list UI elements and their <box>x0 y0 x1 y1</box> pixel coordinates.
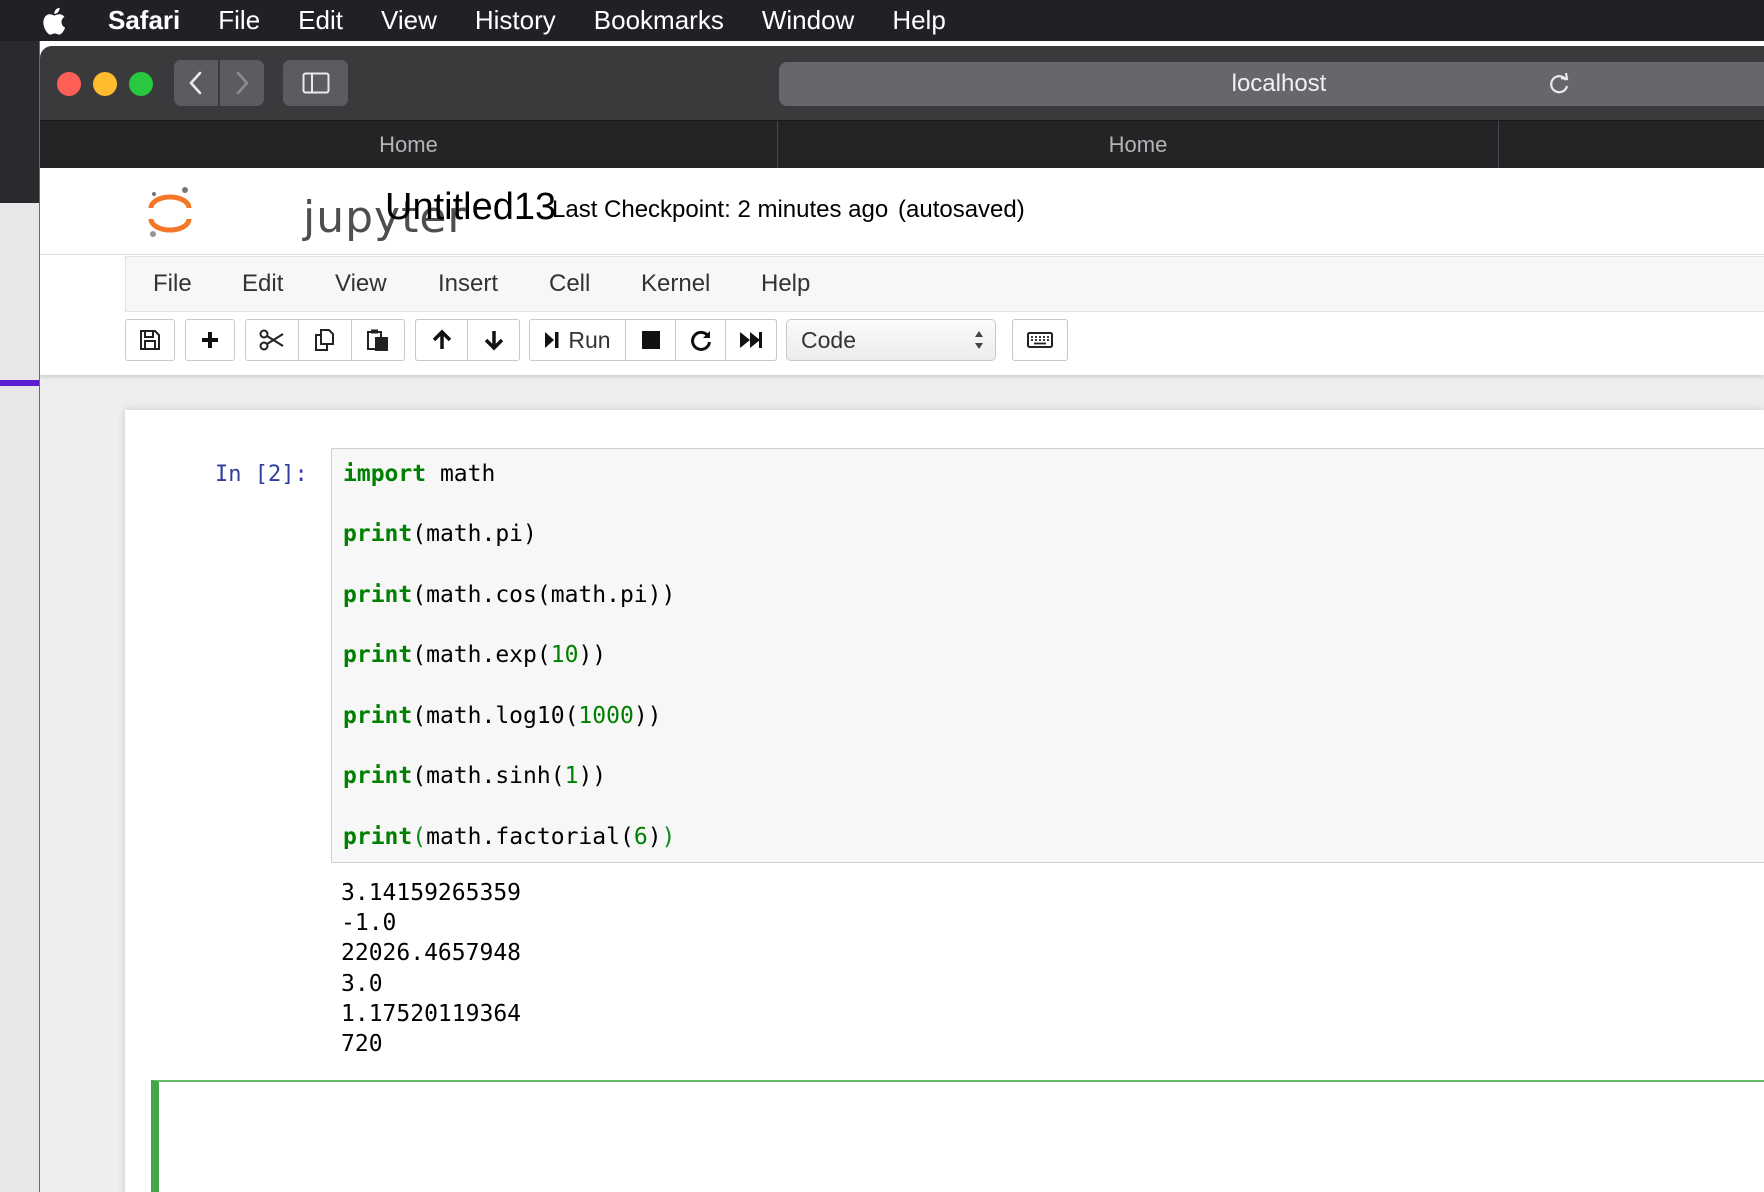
code-line-3: print(math.cos(math.pi)) <box>343 582 676 608</box>
chevron-right-icon <box>236 71 249 95</box>
restart-icon <box>690 330 711 351</box>
tab-divider <box>1498 121 1499 169</box>
tab-bar: Home Home <box>40 120 1764 169</box>
run-label: Run <box>568 326 611 353</box>
paste-icon <box>367 329 388 351</box>
close-window-button[interactable] <box>57 72 81 96</box>
background-window-accent <box>0 380 40 386</box>
code-line-7: print(math.factorial(6)) <box>343 824 676 850</box>
reload-icon[interactable] <box>1548 72 1570 96</box>
fast-forward-icon <box>740 332 762 348</box>
jupyter-toolbar-area: File Edit View Insert Cell Kernel Help R… <box>40 254 1764 375</box>
code-line-4: print(math.exp(10)) <box>343 642 607 668</box>
selected-next-cell[interactable] <box>151 1080 1764 1192</box>
restart-button[interactable] <box>675 319 726 361</box>
copy-icon <box>315 329 334 351</box>
insert-cell-button[interactable] <box>185 319 235 361</box>
scissors-icon <box>259 329 284 351</box>
autosave-status: (autosaved) <box>898 196 1025 223</box>
apple-icon[interactable] <box>40 6 68 36</box>
app-menu-safari[interactable]: Safari <box>108 5 180 36</box>
command-palette-button[interactable] <box>1012 319 1068 361</box>
sidebar-button[interactable] <box>283 60 348 106</box>
code-line-5: print(math.log10(1000)) <box>343 703 662 729</box>
menu-bookmarks[interactable]: Bookmarks <box>594 5 724 36</box>
code-input-area[interactable]: import math print(math.pi) print(math.co… <box>331 448 1764 863</box>
menu-window[interactable]: Window <box>762 5 854 36</box>
cell-type-select[interactable]: Code <box>786 319 996 361</box>
address-bar[interactable]: localhost <box>779 62 1764 106</box>
code-line-6: print(math.sinh(1)) <box>343 763 607 789</box>
minimize-window-button[interactable] <box>93 72 117 96</box>
jmenu-help[interactable]: Help <box>761 270 810 298</box>
cell-type-value: Code <box>801 326 856 353</box>
back-button[interactable] <box>174 60 218 106</box>
move-down-button[interactable] <box>467 319 520 361</box>
input-prompt: In [2]: <box>215 462 308 487</box>
safari-toolbar: localhost <box>40 46 1764 120</box>
background-window-toolbar <box>0 41 40 203</box>
background-window <box>0 41 40 1192</box>
jupyter-logo[interactable]: jupyter <box>145 184 466 243</box>
jupyter-logo-icon <box>148 187 192 237</box>
safari-window: localhost Home Home jupyter Untitled13 L… <box>40 46 1764 1192</box>
tab-home-1[interactable]: Home <box>40 121 777 169</box>
notebook-name[interactable]: Untitled13 <box>385 186 556 229</box>
code-line-1: import math <box>343 461 496 487</box>
mac-menubar: Safari File Edit View History Bookmarks … <box>0 0 1764 41</box>
paste-button[interactable] <box>351 319 405 361</box>
jmenu-insert[interactable]: Insert <box>438 270 498 298</box>
interrupt-button[interactable] <box>625 319 676 361</box>
cell-output: 3.14159265359 -1.0 22026.4657948 3.0 1.1… <box>341 880 522 1058</box>
stop-icon <box>641 331 660 349</box>
keyboard-icon <box>1027 332 1053 348</box>
menu-file[interactable]: File <box>218 5 260 36</box>
plus-icon <box>202 332 218 348</box>
save-icon <box>140 330 160 350</box>
move-up-button[interactable] <box>415 319 468 361</box>
jmenu-cell[interactable]: Cell <box>549 270 590 298</box>
cut-button[interactable] <box>245 319 299 361</box>
code-line-2: print(math.pi) <box>343 521 537 547</box>
copy-button[interactable] <box>298 319 352 361</box>
menu-help[interactable]: Help <box>892 5 945 36</box>
jmenu-view[interactable]: View <box>335 270 387 298</box>
run-button[interactable]: Run <box>529 319 626 361</box>
tab-home-2[interactable]: Home <box>778 121 1498 169</box>
menu-view[interactable]: View <box>381 5 437 36</box>
jupyter-page: jupyter Untitled13 Last Checkpoint: 2 mi… <box>40 168 1764 1192</box>
menu-edit[interactable]: Edit <box>298 5 343 36</box>
zoom-window-button[interactable] <box>129 72 153 96</box>
chevron-left-icon <box>189 71 202 95</box>
tab-label: Home <box>1108 132 1168 157</box>
step-forward-icon <box>545 332 559 348</box>
jupyter-header: jupyter Untitled13 Last Checkpoint: 2 mi… <box>40 168 1764 254</box>
restart-run-all-button[interactable] <box>725 319 777 361</box>
jmenu-kernel[interactable]: Kernel <box>641 270 710 298</box>
save-button[interactable] <box>125 319 175 361</box>
jupyter-menubar: File Edit View Insert Cell Kernel Help <box>125 256 1764 312</box>
tab-label: Home <box>379 132 438 157</box>
menu-history[interactable]: History <box>475 5 556 36</box>
arrow-up-icon <box>432 329 451 349</box>
forward-button[interactable] <box>220 60 264 106</box>
arrow-down-icon <box>484 331 503 351</box>
checkpoint-status: Last Checkpoint: 2 minutes ago <box>552 196 889 223</box>
sidebar-icon <box>302 72 329 94</box>
url-text: localhost <box>1231 70 1327 97</box>
select-arrows-icon <box>975 331 983 349</box>
notebook-container: In [2]: import math print(math.pi) print… <box>125 410 1764 1192</box>
jmenu-edit[interactable]: Edit <box>242 270 283 298</box>
jmenu-file[interactable]: File <box>153 270 192 298</box>
